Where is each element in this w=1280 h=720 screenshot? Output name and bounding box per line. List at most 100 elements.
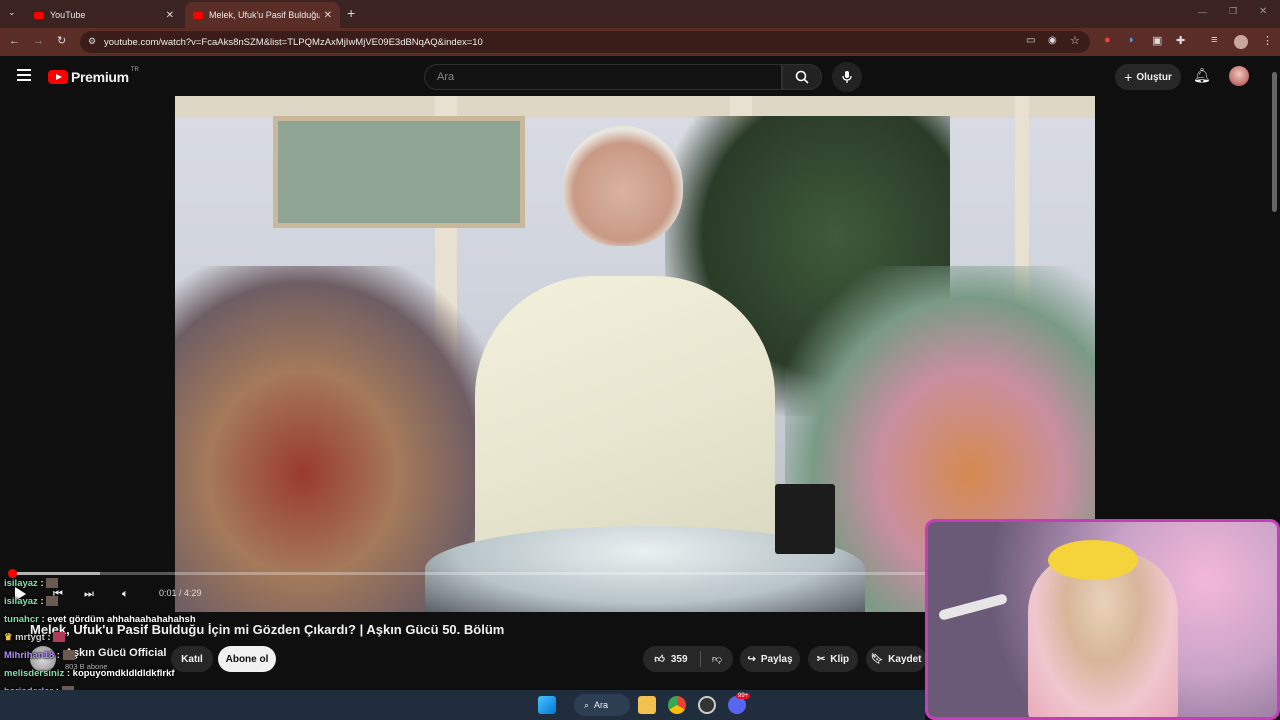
file-explorer-icon[interactable] [638,696,656,714]
windows-start-icon[interactable] [538,696,556,714]
extensions-puzzle-icon[interactable]: ✚ [1176,34,1185,47]
site-info-icon[interactable]: ⚙ [88,36,96,47]
webcam-mic-arm [937,593,1009,621]
save-button[interactable]: 🔖︎ Kaydet [866,646,926,672]
eye-off-icon[interactable]: ◉ [1048,35,1057,46]
chat-emote-icon [46,578,59,589]
chat-username: melisdersiniz [4,668,65,679]
profile-avatar[interactable] [1234,35,1248,49]
notifications-bell-icon[interactable]: 🔔︎ [1193,67,1211,84]
taskbar-search[interactable]: ⌕ Ara [574,694,630,716]
like-count: 359 [670,653,688,665]
reading-list-icon[interactable]: ≡ [1211,34,1217,46]
subscribe-button[interactable]: Abone ol [218,646,276,672]
youtube-play-logo-icon [48,70,68,84]
like-divider [700,651,701,667]
address-bar[interactable]: ⚙ youtube.com/watch?v=FcaAks8nSZM&list=T… [80,31,1090,53]
time-display: 0:01 / 4:29 [159,588,202,598]
tab-list-icon[interactable]: ⌄ [8,7,16,18]
restore-icon[interactable]: ❐ [1229,6,1237,17]
webcam-plush [1048,540,1138,580]
chat-username: Mihrihan18 [4,650,55,661]
save-label: Kaydet [888,653,922,665]
microphone-icon [842,71,852,83]
extension-audio-icon[interactable]: ◗ [1128,34,1135,46]
page-scrollbar[interactable] [1272,72,1277,212]
windows-taskbar: ⌕ Ara 99+ [0,690,925,720]
forward-icon[interactable]: → [33,35,44,47]
thumbs-up-icon: 👍︎ [654,654,665,665]
chat-username: mrtygt [15,632,45,643]
search-input[interactable]: Ara [424,64,782,90]
tab-title: Melek, Ufuk'u Pasif Bulduğu İçin [209,10,320,20]
tab-title: YouTube [50,10,86,20]
clip-button[interactable]: ✂ Klip [808,646,858,672]
bookmark-icon: 🔖︎ [870,653,884,665]
chrome-menu-icon[interactable]: ⋮ [1262,34,1273,47]
share-label: Paylaş [760,653,793,665]
reload-icon[interactable]: ↻ [57,34,66,47]
join-button[interactable]: Katıl [171,646,213,672]
account-avatar[interactable] [1229,66,1249,86]
share-button[interactable]: ↪ Paylaş [740,646,800,672]
volume-icon[interactable]: 🔈︎ [122,588,129,601]
close-window-icon[interactable]: ✕ [1259,6,1267,17]
discord-badge: 99+ [736,693,751,699]
chat-message: evet gördüm ahhahaahahahahsh [47,614,196,625]
scissors-icon: ✂ [816,653,826,665]
progress-scrubber[interactable] [8,569,17,578]
close-tab-icon[interactable]: ✕ [324,10,332,21]
chat-message: kopuyomdkldldldkflrkf [72,668,175,679]
channel-name[interactable]: Aşkın Gücü Official [65,647,166,659]
hamburger-menu-icon[interactable] [17,69,31,81]
search-icon [795,70,809,84]
bookmark-star-icon[interactable]: ☆ [1070,34,1080,47]
taskbar-search-label: Ara [594,700,609,710]
streamer-webcam [925,519,1280,720]
extension-record-icon[interactable]: ● [1104,34,1111,46]
video-scene-mug [775,484,835,554]
youtube-favicon-icon [193,11,203,19]
youtube-logo[interactable]: Premium TR [48,67,139,85]
clip-label: Klip [830,653,850,665]
share-icon: ↪ [747,653,756,665]
progress-buffer [10,572,100,575]
thumbs-down-icon: 👎︎ [711,654,723,665]
chat-line: isilayaz : [4,578,59,589]
browser-toolbar: ← → ↻ ⚙ youtube.com/watch?v=FcaAks8nSZM&… [0,28,1280,56]
chat-emote-icon [62,650,75,661]
tab-current-video[interactable]: Melek, Ufuk'u Pasif Bulduğu İçin ✕ [185,2,340,28]
url-text: youtube.com/watch?v=FcaAks8nSZM&list=TLP… [104,36,483,48]
chat-line: isilayaz : [4,596,59,607]
next-button[interactable]: ⏭︎ [84,588,94,601]
cast-icon[interactable]: ▭ [1026,35,1035,46]
video-scene-window-frame [175,96,1095,118]
dislike-button[interactable]: 👎︎ [703,646,731,672]
youtube-favicon-icon [34,11,44,19]
chat-line: tunahcr : evet gördüm ahhahaahahahahsh [4,614,196,625]
subscribe-label: Abone ol [225,653,269,665]
like-dislike-group: 👍︎ 359 👎︎ [643,646,733,672]
like-button[interactable]: 👍︎ 359 [643,646,699,672]
close-tab-icon[interactable]: ✕ [166,10,174,21]
chrome-icon[interactable] [668,696,686,714]
logo-text: Premium [71,69,129,85]
back-icon[interactable]: ← [9,35,20,47]
create-button[interactable]: + Oluştur [1115,64,1181,90]
join-label: Katıl [181,653,203,665]
minimize-icon[interactable]: — [1198,7,1207,17]
new-tab-button[interactable]: + [347,5,355,21]
extension-icon[interactable]: ▣ [1152,34,1162,47]
voice-search-button[interactable] [832,62,862,92]
chat-line: melisdersiniz : kopuyomdkldldldkflrkf [4,668,175,679]
tab-youtube[interactable]: YouTube ✕ [26,2,182,28]
chat-line: ♛ mrtygt : [4,632,66,643]
youtube-header: Premium TR Ara + Oluştur 🔔︎ [0,56,1280,96]
region-code: TR [130,67,139,73]
obs-icon[interactable] [698,696,716,714]
search-button[interactable] [782,64,822,90]
chat-username: isilayaz [4,578,38,589]
browser-tab-strip: ⌄ YouTube ✕ Melek, Ufuk'u Pasif Bulduğu … [0,0,1280,28]
chat-line: Mihrihan18 : [4,650,75,661]
create-label: Oluştur [1136,71,1172,83]
